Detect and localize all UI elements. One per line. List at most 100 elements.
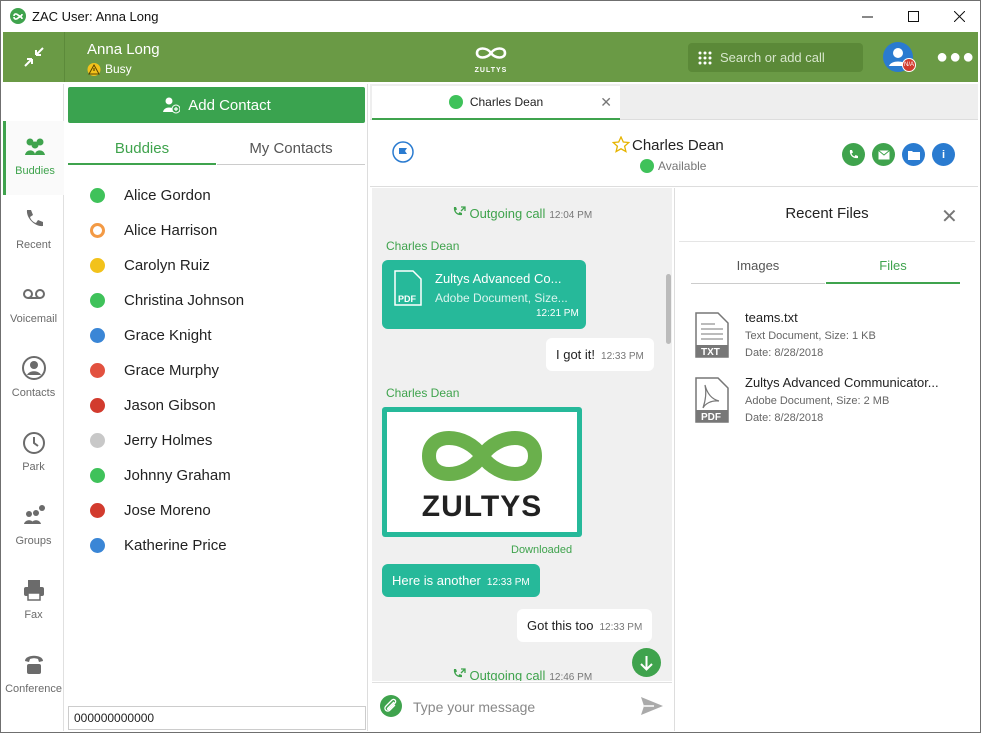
away-status-icon	[90, 223, 105, 238]
presence-badge: N/A	[902, 58, 916, 72]
collapse-button[interactable]	[3, 32, 65, 82]
fax-icon	[23, 580, 44, 601]
list-item[interactable]: Katherine Price	[90, 535, 227, 555]
message-composer: Type your message	[372, 682, 672, 729]
tab-my-contacts[interactable]: My Contacts	[217, 133, 365, 165]
contact-name: Charles Dean	[632, 137, 724, 154]
list-item[interactable]: Grace Murphy	[90, 360, 219, 380]
svg-text:PDF: PDF	[701, 412, 721, 423]
nav-label: Voicemail	[9, 313, 58, 325]
close-icon[interactable]: ✕	[941, 204, 958, 229]
nav-item-conference[interactable]: Conference	[3, 639, 64, 713]
more-options-icon[interactable]: ●●●	[936, 46, 975, 69]
title-bar: ZAC User: Anna Long	[0, 0, 981, 31]
nav-item-buddies[interactable]: Buddies	[3, 121, 64, 195]
txt-file-icon: TXT	[695, 312, 729, 358]
tab-buddies[interactable]: Buddies	[68, 133, 216, 165]
chat-tabbar: Charles Dean ✕	[370, 84, 978, 120]
user-status[interactable]: Busy	[87, 62, 132, 76]
search-placeholder: Search or add call	[720, 50, 825, 65]
info-status-icon	[90, 538, 105, 553]
info-button[interactable]: i	[932, 143, 955, 166]
sender-name: Charles Dean	[386, 386, 460, 400]
favorite-star-icon[interactable]	[612, 136, 630, 154]
message-list: Outgoing call 12:04 PM Charles Dean PDF Z…	[372, 188, 672, 681]
minimize-button[interactable]	[844, 1, 890, 32]
list-item[interactable]: Carolyn Ruiz	[90, 255, 210, 275]
close-icon[interactable]: ✕	[600, 94, 612, 111]
flag-icon[interactable]	[392, 141, 414, 163]
image-message[interactable]: ZULTYS	[382, 407, 582, 537]
phone-icon	[849, 149, 858, 158]
svg-text:PDF: PDF	[398, 294, 417, 304]
nav-item-contacts[interactable]: Contacts	[3, 343, 64, 417]
user-status-label: Busy	[105, 62, 132, 76]
na-status-icon	[90, 503, 105, 518]
info-status-icon	[90, 328, 105, 343]
outgoing-call-icon	[453, 206, 466, 216]
list-item[interactable]: Jason Gibson	[90, 395, 216, 415]
pdf-file-icon: PDF	[695, 377, 729, 423]
nav-item-voicemail[interactable]: Voicemail	[3, 269, 64, 343]
zultys-logo: ZULTYS	[471, 44, 511, 74]
voicemail-icon	[22, 289, 45, 299]
nav-label: Conference	[5, 683, 62, 695]
list-item[interactable]: Johnny Graham	[90, 465, 231, 485]
send-icon[interactable]	[640, 696, 664, 716]
pdf-file-icon: PDF	[394, 270, 422, 306]
attach-button[interactable]	[380, 695, 402, 717]
nav-item-groups[interactable]: Groups	[3, 491, 64, 565]
message-input[interactable]: Type your message	[413, 699, 535, 715]
chat-tab[interactable]: Charles Dean ✕	[372, 86, 620, 120]
close-window-button[interactable]	[936, 1, 981, 32]
call-log-entry: Outgoing call 12:04 PM	[372, 206, 672, 221]
files-button[interactable]	[902, 143, 925, 166]
list-item[interactable]: Jose Moreno	[90, 500, 211, 520]
groups-icon	[23, 505, 45, 524]
sender-name: Charles Dean	[386, 239, 460, 253]
chat-header: Charles Dean Available i	[370, 121, 978, 187]
available-status-icon	[90, 468, 105, 483]
list-item[interactable]: Grace Knight	[90, 325, 212, 345]
maximize-button[interactable]	[890, 1, 936, 32]
dialer-input[interactable]: 000000000000	[68, 706, 366, 730]
dialpad-icon	[698, 51, 712, 64]
nav-item-fax[interactable]: Fax	[3, 565, 64, 639]
zultys-logo-image: ZULTYS	[387, 412, 577, 532]
downloaded-label: Downloaded	[511, 544, 573, 556]
busy-warning-icon	[87, 62, 101, 76]
mail-icon	[877, 149, 890, 159]
nav-label: Recent	[16, 239, 51, 251]
add-contact-button[interactable]: Add Contact	[68, 87, 365, 123]
list-item[interactable]: Alice Gordon	[90, 185, 211, 205]
chat-tab-label: Charles Dean	[469, 95, 544, 109]
busy-status-icon	[90, 258, 105, 273]
offline-status-icon	[90, 433, 105, 448]
contacts-tabs: Buddies My Contacts	[68, 133, 365, 165]
outgoing-message: I got it! 12:33 PM	[546, 338, 654, 371]
collapse-arrows-icon	[23, 47, 44, 67]
add-contact-label: Add Contact	[188, 96, 271, 114]
nav-item-park[interactable]: Park	[3, 417, 64, 491]
tab-files[interactable]: Files	[826, 258, 960, 284]
park-icon	[22, 432, 45, 454]
list-item[interactable]: Alice Harrison	[90, 220, 217, 240]
email-button[interactable]	[872, 143, 895, 166]
conference-icon	[24, 655, 43, 674]
search-input[interactable]: Search or add call	[688, 43, 863, 72]
dnd-status-icon	[90, 363, 105, 378]
nav-label: Contacts	[11, 387, 56, 399]
call-button[interactable]	[842, 143, 865, 166]
contact-status: Available	[658, 159, 707, 173]
file-message[interactable]: PDF Zultys Advanced Co... Adobe Document…	[382, 260, 586, 329]
na-status-icon	[90, 398, 105, 413]
available-status-icon	[640, 159, 654, 173]
nav-item-recent[interactable]: Recent	[3, 195, 64, 269]
info-icon: i	[941, 148, 946, 161]
contact-icon	[21, 356, 46, 380]
list-item[interactable]: Jerry Holmes	[90, 430, 212, 450]
scrollbar[interactable]	[666, 274, 671, 344]
tab-images[interactable]: Images	[691, 258, 825, 284]
recent-files-title: Recent Files	[785, 205, 869, 222]
list-item[interactable]: Christina Johnson	[90, 290, 244, 310]
